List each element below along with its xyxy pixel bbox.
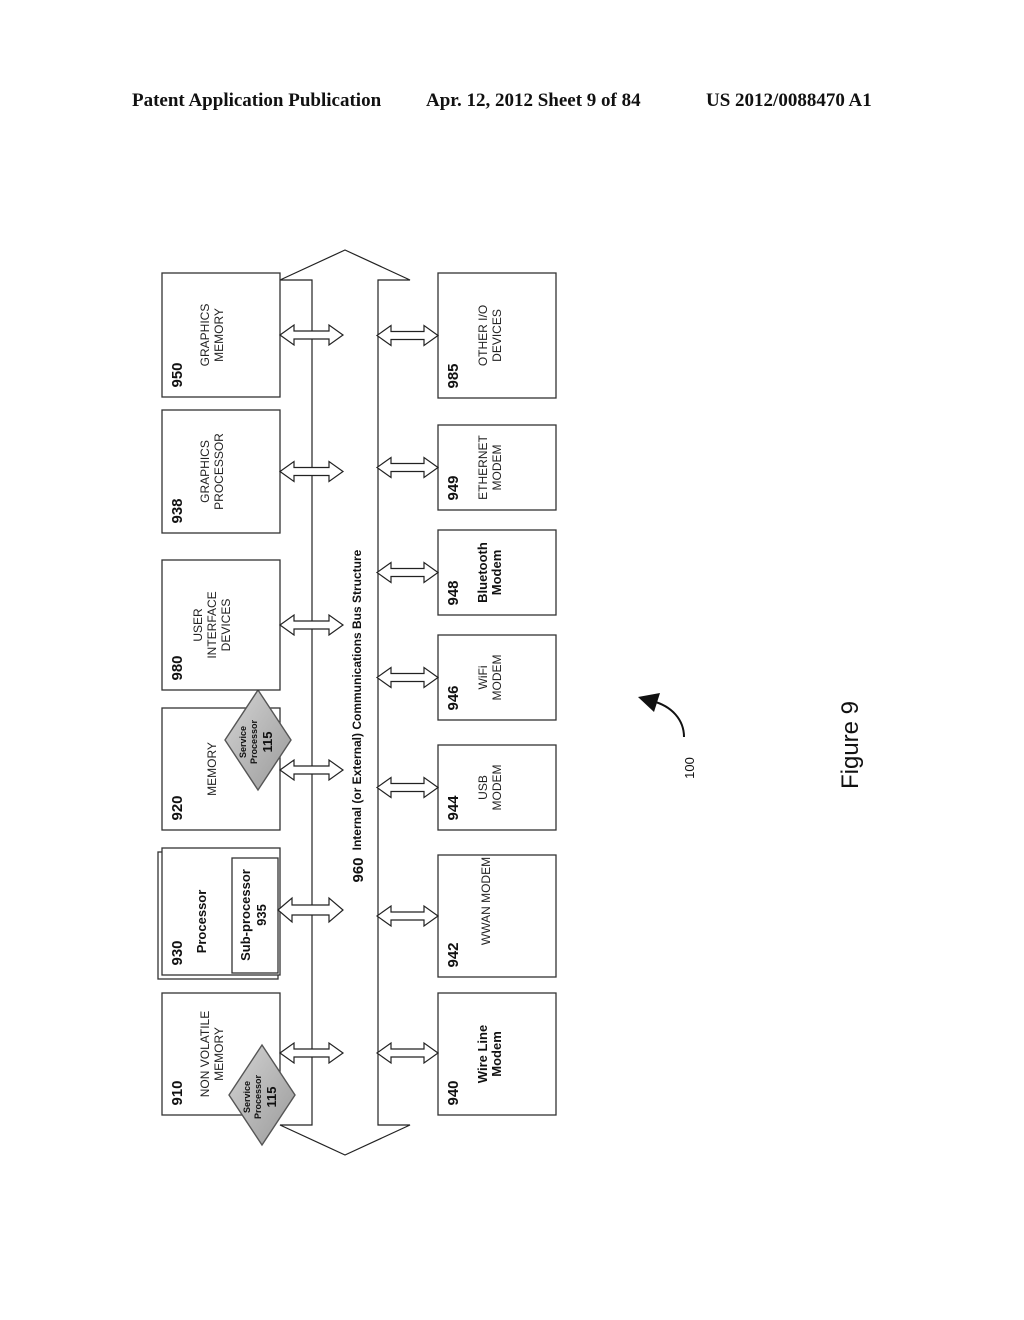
bus-connector-arrow — [375, 776, 440, 799]
service-processor-label: Processor — [253, 1074, 263, 1119]
block-label: Bluetooth — [475, 542, 490, 603]
block-label: Modem — [489, 550, 504, 596]
block-label: OTHER I/O — [476, 305, 490, 366]
bus-connector-arrow — [375, 666, 440, 689]
block-label: MODEM — [490, 655, 504, 701]
block-number: 948 — [445, 580, 462, 605]
service-processor-number: 115 — [264, 1087, 279, 1108]
block-number: 944 — [445, 795, 462, 821]
block-number: 949 — [445, 475, 462, 500]
block-label: MODEM — [490, 765, 504, 811]
block-985: 985 OTHER I/O DEVICES — [375, 272, 557, 399]
block-label: ETHERNET — [476, 434, 490, 499]
block-diagram: Internal (or External) Communications Bu… — [157, 249, 864, 1156]
block-number: 920 — [169, 795, 186, 820]
block-label: USB — [476, 775, 490, 800]
block-label: WWAN MODEM — [479, 857, 493, 945]
block-label: MODEM — [490, 445, 504, 491]
block-944: 944 USB MODEM — [375, 744, 557, 831]
bus-label: Internal (or External) Communications Bu… — [350, 549, 364, 850]
block-label: GRAPHICS — [198, 304, 212, 367]
reference-number: 100 — [682, 757, 697, 779]
service-processor-number: 115 — [260, 732, 275, 753]
block-label: MEMORY — [212, 308, 226, 362]
sub-processor-label: Sub-processor — [238, 869, 253, 961]
block-label: NON VOLATILE — [198, 1011, 212, 1097]
service-processor-label: Processor — [249, 719, 259, 764]
block-label: DEVICES — [219, 599, 233, 652]
block-number: 946 — [445, 685, 462, 710]
reference-arrow — [651, 700, 685, 738]
figure-caption: Figure 9 — [837, 701, 864, 789]
block-935: Sub-processor 935 — [231, 857, 279, 974]
bus-connector-arrow — [375, 904, 440, 928]
block-label: WiFi — [476, 666, 490, 690]
block-number: 985 — [445, 363, 462, 388]
block-label: DEVICES — [490, 309, 504, 362]
bus-connector-arrow — [375, 324, 440, 347]
block-948: 948 Bluetooth Modem — [375, 529, 557, 616]
block-number: 940 — [445, 1080, 462, 1105]
bus-connector-arrow — [375, 1041, 440, 1065]
block-label: INTERFACE — [205, 591, 219, 658]
block-number: 980 — [169, 655, 186, 680]
block-label: PROCESSOR — [212, 433, 226, 510]
sub-processor-bus-arrow — [277, 896, 344, 924]
block-940: 940 Wire Line Modem — [375, 992, 557, 1116]
block-label: Wire Line — [475, 1025, 490, 1083]
reference-arrowhead-icon — [638, 693, 660, 712]
service-processor-label: Service — [238, 726, 248, 758]
block-label: MEMORY — [205, 742, 219, 796]
service-processor-label: Service — [242, 1081, 252, 1113]
block-number: 942 — [445, 942, 462, 967]
block-942: 942 WWAN MODEM — [375, 854, 557, 978]
block-label: MEMORY — [212, 1027, 226, 1081]
block-label: GRAPHICS — [198, 440, 212, 503]
block-number: 930 — [169, 940, 186, 965]
block-label: Processor — [194, 890, 209, 954]
bus-connector-arrow — [375, 561, 440, 584]
sub-processor-number: 935 — [254, 904, 269, 926]
bus-arrow — [279, 249, 411, 1156]
block-946: 946 WiFi MODEM — [375, 634, 557, 721]
block-number: 938 — [169, 498, 186, 523]
block-label: Modem — [489, 1031, 504, 1077]
bus-number: 960 — [350, 857, 367, 882]
block-label: USER — [191, 608, 205, 642]
block-number: 910 — [169, 1080, 186, 1105]
bus-connector-arrow — [375, 456, 440, 479]
block-number: 950 — [169, 362, 186, 387]
block-949: 949 ETHERNET MODEM — [375, 424, 557, 511]
